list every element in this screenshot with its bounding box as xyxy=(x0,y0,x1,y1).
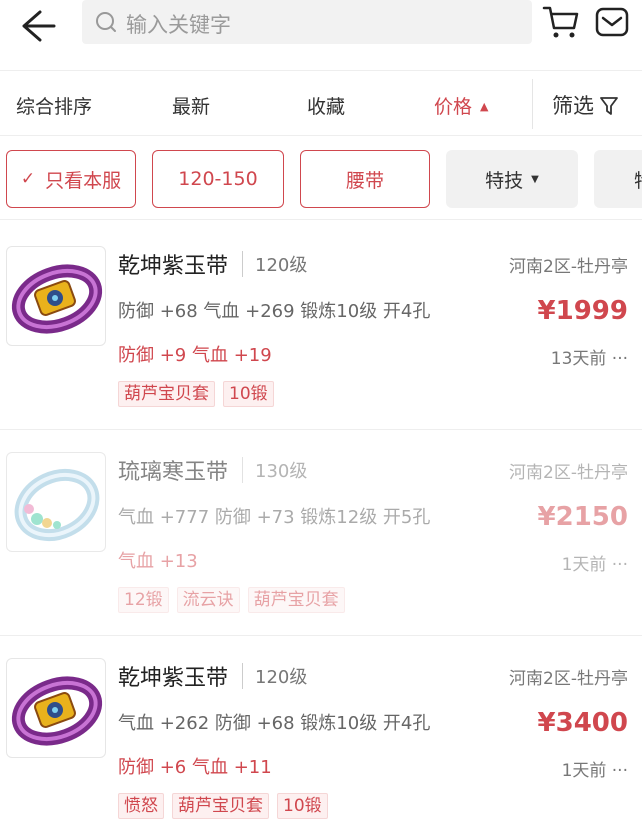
search-placeholder: 输入关键字 xyxy=(126,13,231,37)
item-bonus: 防御 +6 气血 +11 xyxy=(118,757,272,778)
top-bar: 输入关键字 xyxy=(0,0,642,62)
divider xyxy=(532,79,533,129)
item-image xyxy=(6,246,106,346)
chip-overflow[interactable]: 特 xyxy=(594,150,642,208)
sort-favorites[interactable]: 收藏 xyxy=(307,92,345,119)
back-arrow-icon[interactable] xyxy=(18,6,58,46)
crystal-belt-icon xyxy=(14,468,100,542)
message-icon[interactable] xyxy=(594,4,630,40)
tag: 葫芦宝贝套 xyxy=(118,381,215,407)
sort-price[interactable]: 价格 ▲ xyxy=(434,92,488,119)
item-image xyxy=(6,658,106,758)
tag: 流云诀 xyxy=(176,587,240,613)
item-price: ¥3400 xyxy=(537,708,628,738)
chip-belt[interactable]: 腰带 xyxy=(300,150,430,208)
tag: 葫芦宝贝套 xyxy=(247,587,345,613)
item-server: 河南2区-牡丹亭 xyxy=(509,669,628,689)
item-image xyxy=(6,452,106,552)
item-tags: 葫芦宝贝套 10锻 xyxy=(118,381,282,407)
tag: 10锻 xyxy=(277,793,328,819)
item-stats: 气血 +777 防御 +73 锻炼12级 开5孔 xyxy=(118,507,431,528)
listing-item[interactable]: 乾坤紫玉带 120级 河南2区-牡丹亭 气血 +262 防御 +68 锻炼10级… xyxy=(0,636,642,822)
sort-up-icon: ▲ xyxy=(480,100,489,113)
tag: 12锻 xyxy=(118,587,169,613)
chip-level-range[interactable]: 120-150 xyxy=(152,150,284,208)
chip-label: 特 xyxy=(634,166,642,193)
check-icon: ✓ xyxy=(20,169,36,189)
sort-price-label: 价格 xyxy=(434,96,473,118)
item-price: ¥2150 xyxy=(537,502,628,532)
item-server: 河南2区-牡丹亭 xyxy=(509,463,628,483)
item-server: 河南2区-牡丹亭 xyxy=(509,257,628,277)
dropdown-icon: ▼ xyxy=(531,173,539,185)
chip-label: 特技 xyxy=(485,169,524,192)
sort-bar: 综合排序 最新 收藏 价格 ▲ 筛选 xyxy=(0,70,642,136)
filter-label: 筛选 xyxy=(552,94,594,118)
item-time[interactable]: 1天前 ··· xyxy=(562,550,628,575)
item-stats: 防御 +68 气血 +269 锻炼10级 开4孔 xyxy=(118,301,431,322)
purple-belt-icon xyxy=(11,264,103,334)
purple-belt-icon xyxy=(11,676,103,746)
tag: 葫芦宝贝套 xyxy=(172,793,269,819)
listing-item[interactable]: 乾坤紫玉带 120级 河南2区-牡丹亭 防御 +68 气血 +269 锻炼10级… xyxy=(0,224,642,430)
item-level: 120级 xyxy=(242,663,307,689)
item-tags: 12锻 流云诀 葫芦宝贝套 xyxy=(118,587,353,613)
chip-special-skill[interactable]: 特技 ▼ xyxy=(446,150,578,208)
item-name: 乾坤紫玉带 xyxy=(118,666,229,691)
filter-button[interactable]: 筛选 xyxy=(552,90,618,120)
cart-icon[interactable] xyxy=(542,4,580,40)
item-time[interactable]: 1天前 ··· xyxy=(562,756,628,781)
item-price: ¥1999 xyxy=(537,296,628,326)
chip-local-server[interactable]: ✓ 只看本服 xyxy=(6,150,136,208)
listing-item[interactable]: 琉璃寒玉带 130级 河南2区-牡丹亭 气血 +777 防御 +73 锻炼12级… xyxy=(0,430,642,636)
item-bonus: 防御 +9 气血 +19 xyxy=(118,345,272,366)
item-stats: 气血 +262 防御 +68 锻炼10级 开4孔 xyxy=(118,713,431,734)
search-input[interactable]: 输入关键字 xyxy=(82,0,532,44)
item-level: 120级 xyxy=(242,251,307,277)
tag: 愤怒 xyxy=(118,793,164,819)
item-level: 130级 xyxy=(242,457,307,483)
chip-label: 120-150 xyxy=(178,168,258,190)
filter-icon xyxy=(600,97,618,115)
sort-comprehensive[interactable]: 综合排序 xyxy=(16,92,92,119)
item-name: 琉璃寒玉带 xyxy=(118,460,229,485)
chip-label: 只看本服 xyxy=(45,169,122,192)
item-bonus: 气血 +13 xyxy=(118,551,198,572)
item-tags: 愤怒 葫芦宝贝套 10锻 xyxy=(118,793,336,819)
sort-newest[interactable]: 最新 xyxy=(172,92,210,119)
tag: 10锻 xyxy=(223,381,274,407)
item-name: 乾坤紫玉带 xyxy=(118,254,229,279)
item-time[interactable]: 13天前 ··· xyxy=(551,344,628,369)
search-icon xyxy=(96,12,116,32)
chip-label: 腰带 xyxy=(345,169,384,192)
filter-chips: ✓ 只看本服 120-150 腰带 特技 ▼ 特 xyxy=(0,136,642,220)
